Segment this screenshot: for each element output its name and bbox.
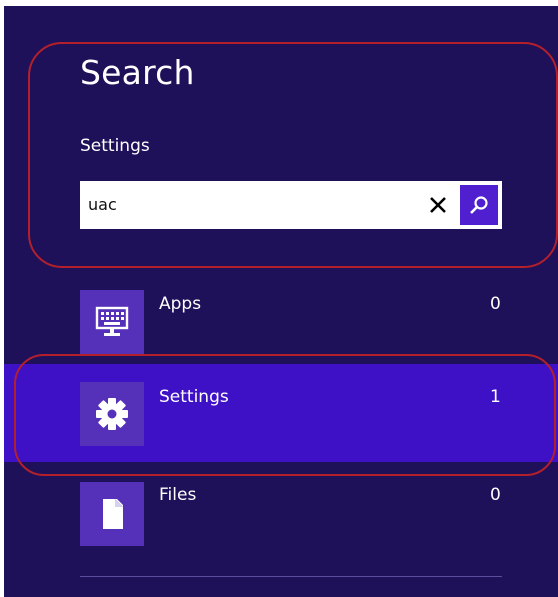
result-label: Files — [159, 485, 197, 505]
search-button[interactable] — [460, 185, 498, 225]
result-count: 1 — [490, 387, 501, 407]
result-count: 0 — [490, 294, 501, 314]
screenshot: Search Settings uac Apps 0 Settings 1 Fi… — [0, 0, 558, 597]
divider — [80, 576, 502, 577]
result-files[interactable]: Files 0 — [4, 482, 558, 572]
pane-title: Search — [80, 53, 195, 92]
clear-button[interactable] — [424, 189, 452, 221]
gear-icon — [96, 398, 128, 430]
document-icon — [103, 499, 123, 529]
apps-tile — [80, 290, 144, 354]
result-settings[interactable]: Settings 1 — [4, 376, 558, 466]
files-tile — [80, 482, 144, 546]
result-label: Settings — [159, 387, 229, 407]
apps-keyboard-icon — [95, 306, 129, 336]
search-charm-pane: Search Settings uac Apps 0 Settings 1 Fi… — [4, 6, 558, 597]
search-box[interactable]: uac — [80, 181, 502, 229]
search-input[interactable]: uac — [88, 195, 117, 214]
magnifier-icon — [470, 196, 488, 214]
result-count: 0 — [490, 485, 501, 505]
search-scope-label[interactable]: Settings — [80, 136, 150, 156]
result-label: Apps — [159, 294, 202, 314]
settings-tile — [80, 382, 144, 446]
result-apps[interactable]: Apps 0 — [4, 286, 558, 376]
close-icon — [430, 197, 446, 213]
